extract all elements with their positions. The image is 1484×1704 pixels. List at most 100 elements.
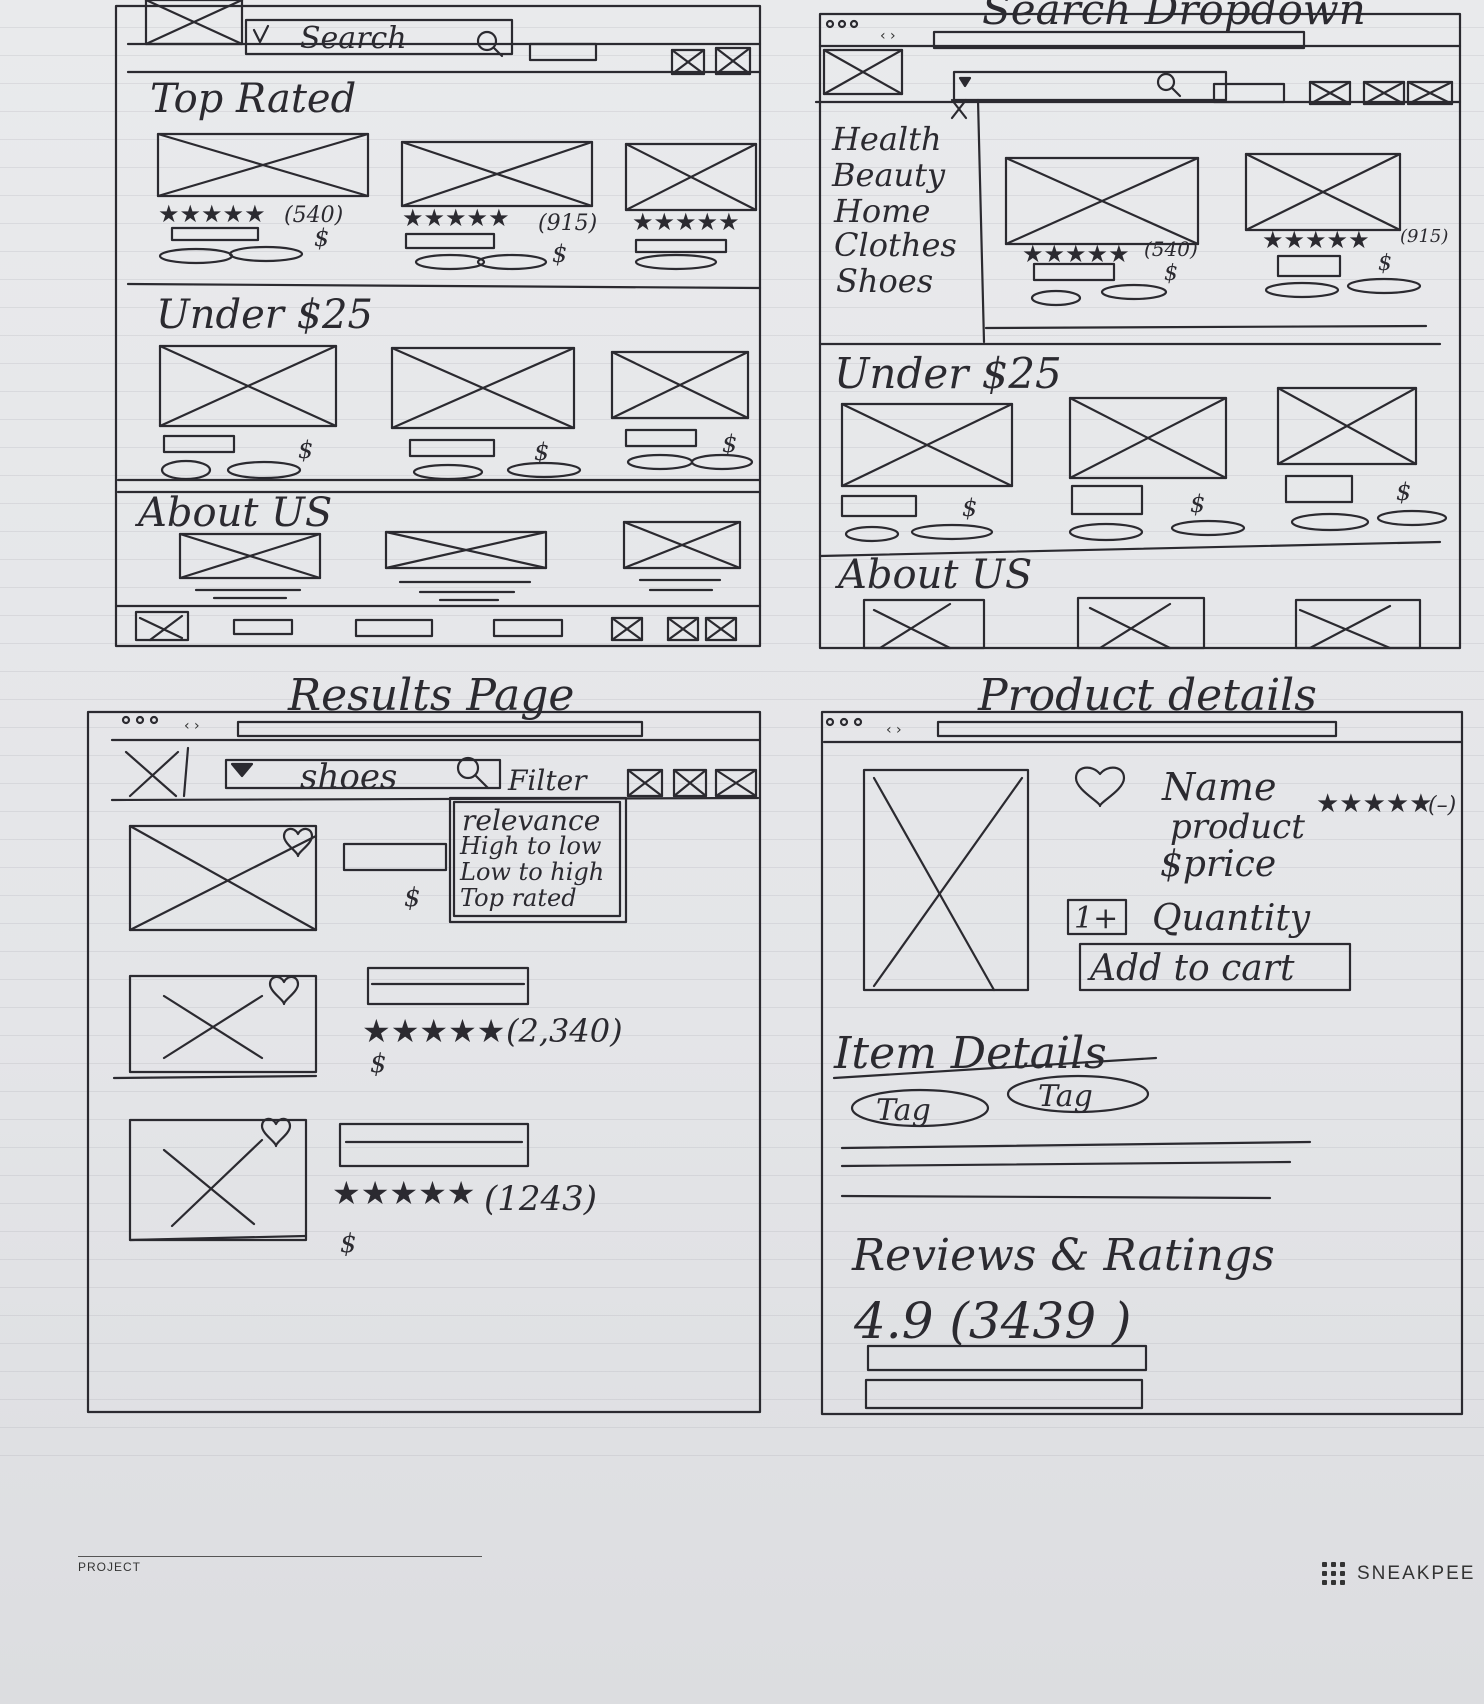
pd-rating-stars: ★★★★★ (1316, 789, 1433, 819)
frame-home: Search Top Rated ★★★★★ (540) $ ★★★★★ (91… (114, 0, 762, 648)
home-search-bar[interactable]: Search (244, 18, 514, 58)
pd-quantity-stepper[interactable]: 1+ (1066, 898, 1128, 936)
home-under-card-2-price: $ (534, 438, 549, 466)
home-top-rated-card-2[interactable]: ★★★★★ (915) $ (400, 140, 597, 271)
home-nav-button[interactable] (528, 42, 598, 62)
home-card-2-price: $ (552, 240, 567, 268)
sd-under-card-3-price: $ (1396, 478, 1411, 506)
results-header-icons[interactable] (626, 768, 758, 798)
sd-card-1-price: $ (1164, 261, 1178, 286)
home-card-2-count: (915) (538, 211, 597, 236)
home-under-25-card-1[interactable]: $ (158, 344, 338, 481)
frame-results-border (86, 710, 762, 1414)
results-logo-placeholder (124, 746, 190, 798)
frame-search-dropdown: Search Dropdown ‹ › Health Beauty Home C… (814, 0, 1462, 650)
results-item-2-heart-icon[interactable] (268, 975, 300, 1006)
pd-item-details-heading: Item Details (833, 1028, 1107, 1079)
sort-option-high-to-low[interactable]: High to low (459, 832, 602, 860)
home-top-rated-card-1[interactable]: ★★★★★ (540) $ (156, 132, 370, 265)
home-card-1-stars: ★★★★★ (158, 200, 266, 228)
footer-brand: SNEAKPEE (1322, 1562, 1475, 1585)
sd-card-2-stars: ★★★★★ (1262, 226, 1370, 254)
pd-add-to-cart-button[interactable]: Add to cart (1078, 942, 1352, 992)
sd-window-dots (825, 19, 859, 29)
footer-project-label: PROJECT (78, 1560, 142, 1574)
sd-under-card-3[interactable]: $ (1276, 386, 1448, 532)
sd-about-items (862, 596, 1422, 650)
results-search-value: shoes (300, 757, 397, 797)
product-details-title: Product details (977, 670, 1317, 721)
home-top-rated-card-3[interactable]: ★★★★★ (624, 142, 758, 271)
results-item-3-heart-icon[interactable] (260, 1117, 292, 1148)
results-browser-nav-arrows[interactable]: ‹ › (184, 718, 200, 734)
sd-category-dropdown[interactable] (950, 98, 986, 344)
home-header-icons[interactable] (670, 46, 752, 76)
home-under-25-card-3[interactable]: $ (610, 350, 754, 471)
home-under-25-heading: Under $25 (156, 292, 373, 338)
pd-window-dots (825, 717, 863, 727)
sort-option-low-to-high[interactable]: Low to high (459, 858, 604, 886)
sd-search-bar[interactable] (952, 70, 1228, 102)
pd-favorite-heart-icon[interactable] (1074, 766, 1126, 808)
pd-quantity-stepper-value: 1+ (1074, 901, 1118, 936)
frame-product-details: Product details ‹ › Name ★★★★★ (–) produ… (820, 670, 1464, 1416)
sd-header-icons[interactable] (1308, 80, 1454, 106)
home-footer-nav[interactable] (134, 610, 738, 642)
sd-under-card-1-price: $ (962, 494, 977, 522)
results-item-3[interactable]: ★★★★★ (1243) $ (128, 1117, 597, 1259)
results-address-bar[interactable] (236, 720, 644, 738)
home-card-3-stars: ★★★★★ (632, 208, 740, 236)
results-item-1-price: $ (404, 883, 421, 913)
sd-top-card-2[interactable]: ★★★★★ (915) $ (1244, 152, 1448, 299)
pd-product-image-placeholder (862, 768, 1030, 992)
search-dropdown-title: Search Dropdown (982, 0, 1366, 34)
sd-browser-nav-arrows[interactable]: ‹ › (880, 28, 896, 44)
pd-browser-nav-arrows[interactable]: ‹ › (886, 722, 902, 738)
sd-category-beauty[interactable]: Beauty (831, 156, 946, 194)
sd-category-shoes[interactable]: Shoes (836, 262, 933, 300)
home-under-card-1-price: $ (298, 436, 313, 464)
sd-under-card-1[interactable]: $ (840, 402, 1014, 543)
home-about-us-heading: About US (134, 490, 332, 536)
pd-review-list (864, 1344, 1148, 1410)
brand-dots-icon (1322, 1562, 1345, 1585)
footer-brand-name: SNEAKPEE (1357, 1562, 1476, 1584)
pd-tag-2-label: Tag (1038, 1079, 1093, 1114)
home-search-label: Search (300, 21, 407, 56)
results-item-3-stars: ★★★★★ (332, 1174, 475, 1212)
pd-item-description-lines (840, 1140, 1312, 1200)
results-item-3-price: $ (340, 1229, 357, 1259)
sd-category-home[interactable]: Home (833, 192, 930, 230)
sd-category-health[interactable]: Health (831, 120, 942, 158)
pd-tag-1[interactable]: Tag (850, 1088, 990, 1128)
results-item-2[interactable]: ★★★★★ (2,340) $ (112, 966, 623, 1080)
wireframe-sketch-sheet: Search Top Rated ★★★★★ (540) $ ★★★★★ (91… (86, 0, 1464, 1416)
pd-reviews-heading: Reviews & Ratings (851, 1230, 1275, 1281)
results-item-1-heart-icon[interactable] (282, 827, 314, 858)
pd-tag-2[interactable]: Tag (1006, 1074, 1150, 1114)
sd-card-2-price: $ (1378, 251, 1392, 276)
pd-product-name: Name (1161, 765, 1276, 809)
results-page-title: Results Page (287, 670, 574, 721)
results-search-bar[interactable]: shoes (224, 756, 502, 797)
results-filter-button[interactable]: Filter (507, 764, 588, 797)
sd-about-us-heading: About US (834, 552, 1032, 598)
results-item-1[interactable]: $ (128, 824, 448, 932)
pd-add-to-cart-label: Add to cart (1087, 948, 1295, 989)
sd-top-card-1[interactable]: ★★★★★ (540) $ (1004, 156, 1200, 307)
results-window-dots (121, 715, 159, 725)
sd-under-card-2[interactable]: $ (1068, 396, 1246, 542)
sd-card-1-count: (540) (1144, 237, 1198, 261)
sd-card-2-count: (915) (1400, 226, 1448, 247)
pd-address-bar[interactable] (936, 720, 1338, 738)
sort-option-top-rated[interactable]: Top rated (460, 884, 577, 912)
pd-quantity-label: Quantity (1152, 898, 1311, 939)
home-about-item-1 (178, 532, 322, 600)
sd-category-clothes[interactable]: Clothes (834, 226, 957, 264)
home-under-25-card-2[interactable]: $ (390, 346, 582, 481)
pd-rating-count: (–) (1428, 793, 1456, 818)
frame-results-page: Results Page ‹ › shoes Filter relevance … (86, 670, 762, 1414)
results-item-2-stars: ★★★★★ (362, 1012, 505, 1050)
sd-logo-placeholder (822, 48, 904, 96)
home-about-item-2 (384, 530, 548, 602)
